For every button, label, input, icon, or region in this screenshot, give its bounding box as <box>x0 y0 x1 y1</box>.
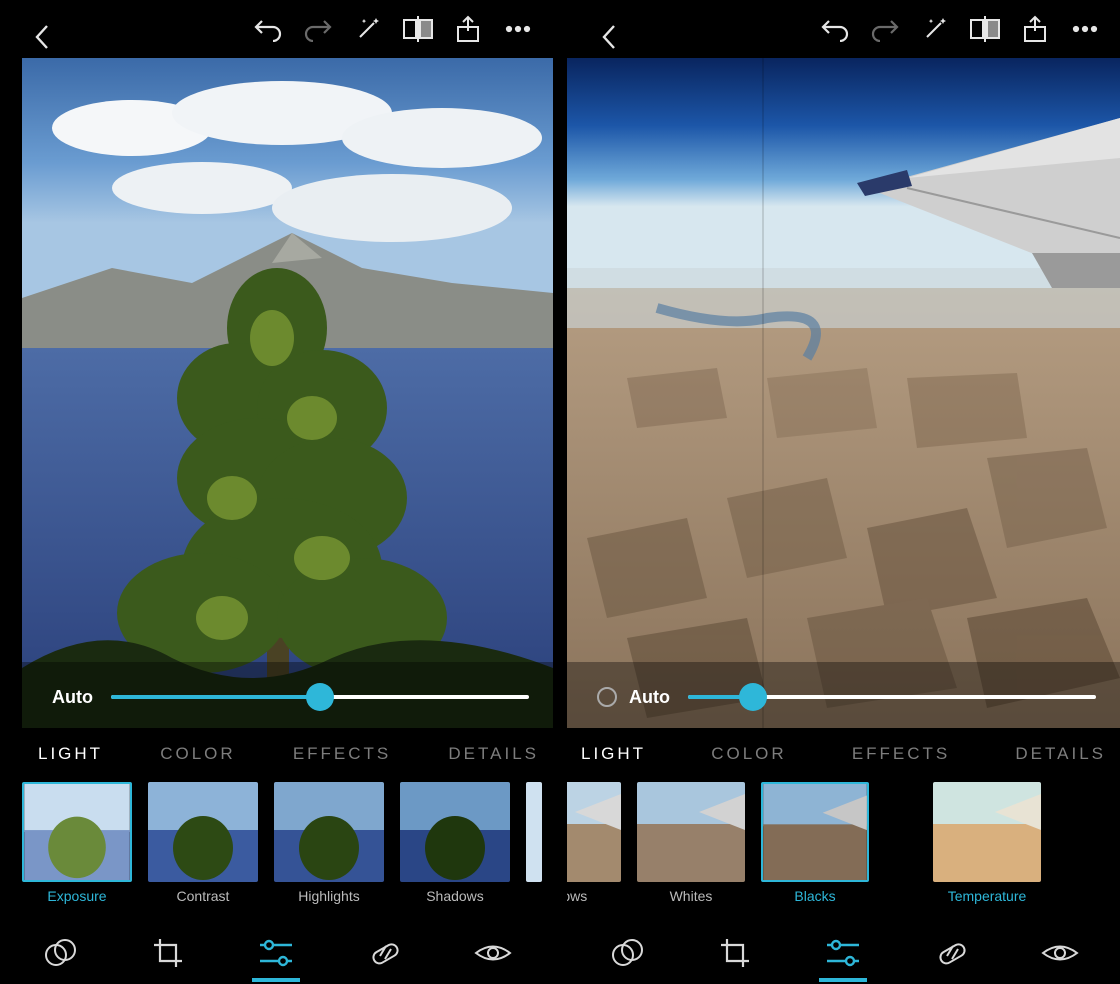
preset-thumb <box>22 782 132 882</box>
tab-effects[interactable]: EFFECTS <box>846 740 956 776</box>
tool-crop[interactable] <box>695 937 775 969</box>
preset-thumb <box>567 782 621 882</box>
auto-label[interactable]: Auto <box>52 687 93 708</box>
preset-label: Blacks <box>794 888 835 904</box>
preset-temperature[interactable]: Temperature <box>933 782 1041 904</box>
auto-radio[interactable] <box>597 687 617 707</box>
more-button[interactable] <box>493 6 543 52</box>
preset-exposure[interactable]: Exposure <box>22 782 132 904</box>
top-toolbar <box>0 0 553 58</box>
preset-highlights[interactable]: Highlights <box>274 782 384 904</box>
slider-handle[interactable] <box>306 683 334 711</box>
slider-fill <box>111 695 320 699</box>
preset-label: Highlights <box>298 888 359 904</box>
undo-button[interactable] <box>810 6 860 52</box>
preset-thumb <box>761 782 869 882</box>
top-toolbar <box>567 0 1120 58</box>
tab-details[interactable]: DETAILS <box>442 740 545 776</box>
preset-label: Shadows <box>426 888 484 904</box>
exposure-slider[interactable] <box>111 695 529 699</box>
tab-light[interactable]: LIGHT <box>32 740 109 776</box>
preset-whites-partial[interactable] <box>526 782 542 882</box>
tool-looks[interactable] <box>20 937 100 969</box>
undo-button[interactable] <box>243 6 293 52</box>
preset-thumb <box>933 782 1041 882</box>
redo-button[interactable] <box>293 6 343 52</box>
screen-right: Auto LIGHT COLOR EFFECTS DETAILS adows W… <box>567 0 1120 984</box>
preset-label: Contrast <box>177 888 230 904</box>
slider-bar: Auto <box>567 662 1120 732</box>
preset-thumb <box>400 782 510 882</box>
preset-thumb <box>148 782 258 882</box>
bottom-toolbar <box>0 922 553 984</box>
adjust-tabs: LIGHT COLOR EFFECTS DETAILS <box>24 740 553 776</box>
tab-light[interactable]: LIGHT <box>575 740 652 776</box>
preset-shadows[interactable]: Shadows <box>400 782 510 904</box>
tool-adjust[interactable] <box>803 938 883 968</box>
preset-whites[interactable]: Whites <box>637 782 745 904</box>
preset-label: Temperature <box>948 888 1027 904</box>
tab-effects[interactable]: EFFECTS <box>287 740 397 776</box>
tool-crop[interactable] <box>128 937 208 969</box>
compare-button[interactable] <box>393 6 443 52</box>
slider-bar: Auto <box>22 662 553 732</box>
tool-heal[interactable] <box>345 936 425 970</box>
preset-shadows-partial[interactable]: adows <box>567 782 621 904</box>
tool-looks[interactable] <box>587 937 667 969</box>
tab-color[interactable]: COLOR <box>154 740 241 776</box>
more-button[interactable] <box>1060 6 1110 52</box>
adjust-tabs: LIGHT COLOR EFFECTS DETAILS <box>567 740 1120 776</box>
tab-details[interactable]: DETAILS <box>1009 740 1112 776</box>
preset-contrast[interactable]: Contrast <box>148 782 258 904</box>
preset-strip[interactable]: adows Whites Blacks Temperature <box>567 782 1120 918</box>
back-button[interactable] <box>18 14 68 60</box>
compare-button[interactable] <box>960 6 1010 52</box>
preset-label: adows <box>567 888 587 904</box>
magic-wand-button[interactable] <box>910 6 960 52</box>
photo-preview[interactable] <box>567 58 1120 728</box>
blacks-slider[interactable] <box>688 695 1096 699</box>
preset-thumb <box>526 782 542 882</box>
tab-color[interactable]: COLOR <box>705 740 792 776</box>
redo-button[interactable] <box>860 6 910 52</box>
preset-strip[interactable]: Exposure Contrast Highlights Shadows <box>22 782 553 918</box>
preset-thumb <box>637 782 745 882</box>
tool-eye[interactable] <box>1020 940 1100 966</box>
tool-eye[interactable] <box>453 940 533 966</box>
photo-preview[interactable] <box>22 58 553 728</box>
preset-blacks[interactable]: Blacks <box>761 782 869 904</box>
tool-heal[interactable] <box>912 936 992 970</box>
share-button[interactable] <box>443 6 493 52</box>
tool-adjust[interactable] <box>236 938 316 968</box>
share-button[interactable] <box>1010 6 1060 52</box>
back-button[interactable] <box>585 14 635 60</box>
screen-left: Auto LIGHT COLOR EFFECTS DETAILS Exposur… <box>0 0 553 984</box>
bottom-toolbar <box>567 922 1120 984</box>
magic-wand-button[interactable] <box>343 6 393 52</box>
preset-thumb <box>274 782 384 882</box>
preset-label: Exposure <box>47 888 106 904</box>
auto-label[interactable]: Auto <box>629 687 670 708</box>
preset-label: Whites <box>670 888 713 904</box>
slider-handle[interactable] <box>739 683 767 711</box>
